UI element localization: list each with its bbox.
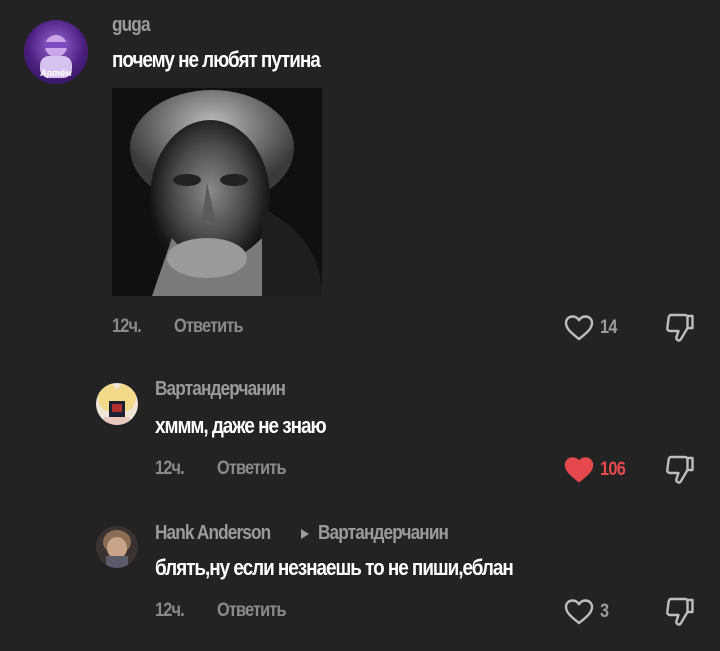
reply-button[interactable]: Ответить: [174, 316, 243, 338]
heart-icon[interactable]: [564, 598, 594, 626]
reply-button[interactable]: Ответить: [217, 458, 286, 480]
like-count: 3: [600, 601, 609, 622]
avatar-image: [98, 383, 136, 425]
reply-to-username[interactable]: Вартандерчанин: [318, 522, 449, 545]
comment-time: 12ч.: [112, 316, 142, 337]
avatar-image: [103, 530, 131, 568]
like-count: 14: [600, 317, 617, 338]
comment-username[interactable]: Hank Anderson: [155, 522, 271, 545]
avatar[interactable]: Артём: [24, 20, 88, 84]
like-count: 106: [600, 459, 626, 480]
heart-icon[interactable]: [564, 314, 594, 342]
triangle-right-icon: [300, 528, 310, 540]
comment-text: хммм, даже не знаю: [155, 413, 327, 438]
comment-text: блять,ну если незнаешь то не пиши,еблан: [155, 555, 514, 580]
comment-time: 12ч.: [155, 458, 185, 479]
heart-icon[interactable]: [564, 456, 594, 484]
comment-username[interactable]: Вартандерчанин: [155, 378, 286, 401]
comment-image[interactable]: [112, 88, 322, 296]
comment-username[interactable]: guga: [112, 14, 151, 37]
avatar[interactable]: [96, 383, 138, 425]
avatar-badge: Артём: [40, 68, 72, 78]
avatar[interactable]: [96, 526, 138, 568]
thumbs-down-icon[interactable]: [665, 596, 695, 628]
comment-time: 12ч.: [155, 600, 185, 621]
reply-button[interactable]: Ответить: [217, 600, 286, 622]
thumbs-down-icon[interactable]: [665, 312, 695, 344]
portrait-photo: [112, 88, 322, 296]
comment-text: почему не любят путина: [112, 47, 321, 72]
thumbs-down-icon[interactable]: [665, 454, 695, 486]
